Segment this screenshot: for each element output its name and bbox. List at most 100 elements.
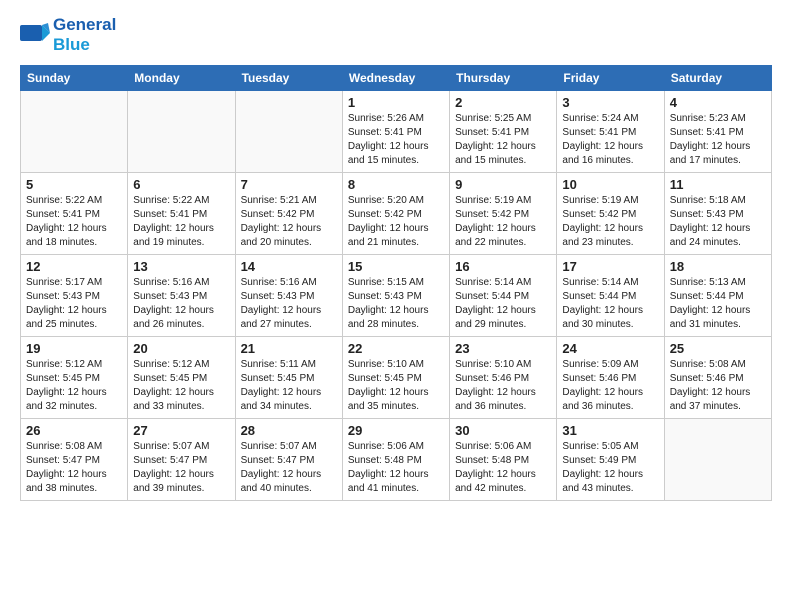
day-info: Sunrise: 5:10 AM Sunset: 5:46 PM Dayligh… [455, 358, 551, 414]
day-number: 22 [348, 341, 444, 356]
day-number: 8 [348, 177, 444, 192]
weekday-header-thursday: Thursday [450, 66, 557, 91]
weekday-header-wednesday: Wednesday [342, 66, 449, 91]
calendar-week-2: 5Sunrise: 5:22 AM Sunset: 5:41 PM Daylig… [21, 173, 772, 255]
calendar-week-5: 26 Sunrise: 5:08 AM Sunset: 5:47 PM Dayli… [21, 419, 772, 501]
day-info: Sunrise: 5:08 AM Sunset: 5:47 PM Dayligh… [26, 440, 122, 496]
calendar-cell: 30 Sunrise: 5:06 AM Sunset: 5:48 PM Dayli… [450, 419, 557, 501]
day-number: 19 [26, 341, 122, 356]
weekday-header-sunday: Sunday [21, 66, 128, 91]
calendar-cell: 21 Sunrise: 5:11 AM Sunset: 5:45 PM Dayli… [235, 337, 342, 419]
day-info: Sunrise: 5:21 AM Sunset: 5:42 PM Dayligh… [241, 194, 337, 250]
calendar-cell: 2 Sunrise: 5:25 AM Sunset: 5:41 PM Daylig… [450, 91, 557, 173]
day-info: Sunrise: 5:20 AM Sunset: 5:42 PM Dayligh… [348, 194, 444, 250]
logo-top: General Blue [20, 15, 116, 55]
calendar-cell: 19 Sunrise: 5:12 AM Sunset: 5:45 PM Dayli… [21, 337, 128, 419]
day-info: Sunrise: 5:07 AM Sunset: 5:47 PM Dayligh… [133, 440, 229, 496]
calendar-cell: 15 Sunrise: 5:15 AM Sunset: 5:43 PM Dayli… [342, 255, 449, 337]
day-number: 14 [241, 259, 337, 274]
day-number: 28 [241, 423, 337, 438]
calendar-cell: 11 Sunrise: 5:18 AM Sunset: 5:43 PM Dayli… [664, 173, 771, 255]
logo-blue: Blue [53, 35, 116, 55]
day-info: Sunrise: 5:16 AM Sunset: 5:43 PM Dayligh… [133, 276, 229, 332]
day-info: Sunrise: 5:25 AM Sunset: 5:41 PM Dayligh… [455, 112, 551, 168]
day-info: Sunrise: 5:19 AM Sunset: 5:42 PM Dayligh… [562, 194, 658, 250]
day-number: 11 [670, 177, 766, 192]
day-info: Sunrise: 5:26 AM Sunset: 5:41 PM Dayligh… [348, 112, 444, 168]
day-number: 15 [348, 259, 444, 274]
weekday-header-monday: Monday [128, 66, 235, 91]
calendar-cell: 16 Sunrise: 5:14 AM Sunset: 5:44 PM Dayli… [450, 255, 557, 337]
day-number: 4 [670, 95, 766, 110]
day-number: 23 [455, 341, 551, 356]
day-number: 13 [133, 259, 229, 274]
calendar-cell: 20Sunrise: 5:12 AM Sunset: 5:45 PM Dayli… [128, 337, 235, 419]
day-info: Sunrise: 5:17 AM Sunset: 5:43 PM Dayligh… [26, 276, 122, 332]
day-info: Sunrise: 5:11 AM Sunset: 5:45 PM Dayligh… [241, 358, 337, 414]
day-number: 16 [455, 259, 551, 274]
day-info: Sunrise: 5:06 AM Sunset: 5:48 PM Dayligh… [348, 440, 444, 496]
calendar-cell: 12Sunrise: 5:17 AM Sunset: 5:43 PM Dayli… [21, 255, 128, 337]
weekday-header-friday: Friday [557, 66, 664, 91]
calendar-cell: 26 Sunrise: 5:08 AM Sunset: 5:47 PM Dayli… [21, 419, 128, 501]
calendar-cell: 29 Sunrise: 5:06 AM Sunset: 5:48 PM Dayli… [342, 419, 449, 501]
day-number: 26 [26, 423, 122, 438]
calendar-cell [21, 91, 128, 173]
calendar-cell: 13 Sunrise: 5:16 AM Sunset: 5:43 PM Dayli… [128, 255, 235, 337]
calendar-cell: 28 Sunrise: 5:07 AM Sunset: 5:47 PM Dayli… [235, 419, 342, 501]
calendar-cell: 17 Sunrise: 5:14 AM Sunset: 5:44 PM Dayli… [557, 255, 664, 337]
calendar-cell: 7 Sunrise: 5:21 AM Sunset: 5:42 PM Daylig… [235, 173, 342, 255]
day-info: Sunrise: 5:13 AM Sunset: 5:44 PM Dayligh… [670, 276, 766, 332]
calendar-week-4: 19 Sunrise: 5:12 AM Sunset: 5:45 PM Dayli… [21, 337, 772, 419]
calendar-week-1: 1Sunrise: 5:26 AM Sunset: 5:41 PM Daylig… [21, 91, 772, 173]
day-info: Sunrise: 5:24 AM Sunset: 5:41 PM Dayligh… [562, 112, 658, 168]
day-info: Sunrise: 5:14 AM Sunset: 5:44 PM Dayligh… [562, 276, 658, 332]
day-number: 17 [562, 259, 658, 274]
calendar-cell: 5Sunrise: 5:22 AM Sunset: 5:41 PM Daylig… [21, 173, 128, 255]
day-info: Sunrise: 5:19 AM Sunset: 5:42 PM Dayligh… [455, 194, 551, 250]
calendar-cell: 4 Sunrise: 5:23 AM Sunset: 5:41 PM Daylig… [664, 91, 771, 173]
day-info: Sunrise: 5:07 AM Sunset: 5:47 PM Dayligh… [241, 440, 337, 496]
calendar-cell: 10Sunrise: 5:19 AM Sunset: 5:42 PM Dayli… [557, 173, 664, 255]
calendar-cell: 22Sunrise: 5:10 AM Sunset: 5:45 PM Dayli… [342, 337, 449, 419]
day-number: 9 [455, 177, 551, 192]
page: General Blue SundayMondayTuesdayWednesda… [0, 0, 792, 612]
day-number: 30 [455, 423, 551, 438]
day-number: 25 [670, 341, 766, 356]
day-number: 21 [241, 341, 337, 356]
day-info: Sunrise: 5:15 AM Sunset: 5:43 PM Dayligh… [348, 276, 444, 332]
logo: General Blue [20, 15, 116, 55]
day-info: Sunrise: 5:12 AM Sunset: 5:45 PM Dayligh… [26, 358, 122, 414]
calendar-cell: 18 Sunrise: 5:13 AM Sunset: 5:44 PM Dayli… [664, 255, 771, 337]
day-number: 29 [348, 423, 444, 438]
calendar-cell: 1Sunrise: 5:26 AM Sunset: 5:41 PM Daylig… [342, 91, 449, 173]
day-info: Sunrise: 5:18 AM Sunset: 5:43 PM Dayligh… [670, 194, 766, 250]
day-number: 2 [455, 95, 551, 110]
calendar-cell: 27 Sunrise: 5:07 AM Sunset: 5:47 PM Dayli… [128, 419, 235, 501]
day-info: Sunrise: 5:22 AM Sunset: 5:41 PM Dayligh… [133, 194, 229, 250]
day-info: Sunrise: 5:06 AM Sunset: 5:48 PM Dayligh… [455, 440, 551, 496]
calendar-cell: 24Sunrise: 5:09 AM Sunset: 5:46 PM Dayli… [557, 337, 664, 419]
day-number: 3 [562, 95, 658, 110]
calendar-cell: 6Sunrise: 5:22 AM Sunset: 5:41 PM Daylig… [128, 173, 235, 255]
logo-general: General [53, 15, 116, 35]
day-info: Sunrise: 5:08 AM Sunset: 5:46 PM Dayligh… [670, 358, 766, 414]
weekday-header-saturday: Saturday [664, 66, 771, 91]
day-info: Sunrise: 5:14 AM Sunset: 5:44 PM Dayligh… [455, 276, 551, 332]
header: General Blue [20, 15, 772, 55]
logo-icon [20, 21, 50, 49]
day-number: 18 [670, 259, 766, 274]
weekday-header-tuesday: Tuesday [235, 66, 342, 91]
weekday-header-row: SundayMondayTuesdayWednesdayThursdayFrid… [21, 66, 772, 91]
day-number: 7 [241, 177, 337, 192]
day-number: 27 [133, 423, 229, 438]
calendar-cell [235, 91, 342, 173]
calendar-cell: 23 Sunrise: 5:10 AM Sunset: 5:46 PM Dayli… [450, 337, 557, 419]
day-info: Sunrise: 5:23 AM Sunset: 5:41 PM Dayligh… [670, 112, 766, 168]
calendar-cell: 8 Sunrise: 5:20 AM Sunset: 5:42 PM Daylig… [342, 173, 449, 255]
calendar-week-3: 12Sunrise: 5:17 AM Sunset: 5:43 PM Dayli… [21, 255, 772, 337]
calendar-cell: 31Sunrise: 5:05 AM Sunset: 5:49 PM Dayli… [557, 419, 664, 501]
day-number: 20 [133, 341, 229, 356]
calendar-cell: 9 Sunrise: 5:19 AM Sunset: 5:42 PM Daylig… [450, 173, 557, 255]
day-info: Sunrise: 5:16 AM Sunset: 5:43 PM Dayligh… [241, 276, 337, 332]
